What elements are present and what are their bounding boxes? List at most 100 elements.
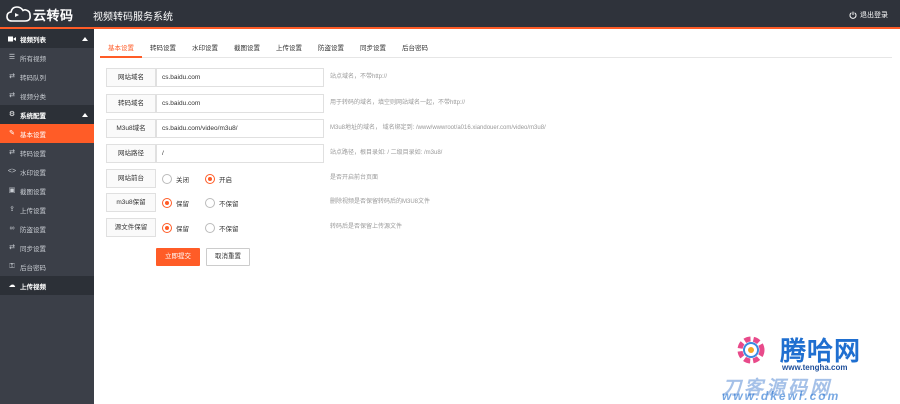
- list-icon: ☰: [8, 54, 16, 61]
- logo-text: 云转码: [33, 7, 74, 23]
- sidebar-item-upload-video[interactable]: ☁ 上传视频: [0, 276, 94, 295]
- frontend-radio-on[interactable]: 开启: [205, 173, 232, 184]
- field-label: 转码域名: [106, 94, 156, 113]
- power-icon: [849, 11, 857, 19]
- form-row-site-path: 网站路径 / 站点路径，根目录如: / 二级目录如: /m3u8/: [106, 144, 606, 163]
- chevron-up-icon: [82, 36, 88, 43]
- sidebar: 视频列表 ☰ 所有视频 ⇄ 转码队列 ⇄ 视频分类 ⚙ 系统配置 ✎ 基本设置 …: [0, 29, 94, 404]
- cloud-upload-icon: ☁: [8, 282, 16, 289]
- frontend-radio-group: 关闭 开启: [162, 169, 248, 188]
- field-label: 网站前台: [106, 169, 156, 188]
- sidebar-group-video-list[interactable]: 视频列表: [0, 29, 94, 48]
- top-bar: 云转码 视频转码服务系统 退出登录: [0, 0, 900, 29]
- reset-button[interactable]: 取消重置: [206, 248, 250, 266]
- tab-transcode-settings[interactable]: 转码设置: [142, 40, 184, 58]
- sidebar-item-antitheft-settings[interactable]: ∞ 防盗设置: [0, 219, 94, 238]
- cloud-logo-icon: [6, 6, 31, 22]
- radio-checked-icon: [162, 197, 172, 208]
- m3u8-keep-radio-yes[interactable]: 保留: [162, 197, 189, 208]
- sidebar-item-watermark-settings[interactable]: <> 水印设置: [0, 162, 94, 181]
- sidebar-item-label: 上传视频: [20, 283, 46, 291]
- tab-upload-settings[interactable]: 上传设置: [268, 40, 310, 58]
- site-path-input[interactable]: /: [156, 144, 324, 163]
- app-logo[interactable]: 云转码: [6, 4, 74, 24]
- field-label: 网站域名: [106, 68, 156, 87]
- sidebar-item-label: 转码队列: [20, 74, 46, 82]
- sidebar-item-label: 视频分类: [20, 93, 46, 101]
- video-camera-icon: [8, 35, 16, 43]
- sidebar-item-label: 基本设置: [20, 131, 46, 139]
- sidebar-item-label: 所有视频: [20, 55, 46, 63]
- sidebar-group-label: 视频列表: [20, 36, 46, 44]
- code-icon: <>: [7, 168, 17, 175]
- sidebar-item-label: 截图设置: [20, 188, 46, 196]
- sidebar-item-sync-settings[interactable]: ⇄ 同步设置: [0, 238, 94, 257]
- radio-label: 不保留: [219, 225, 239, 233]
- source-keep-radio-group: 保留 不保留: [162, 218, 255, 237]
- radio-label: 不保留: [219, 200, 239, 208]
- submit-button[interactable]: 立即提交: [156, 248, 200, 266]
- field-hint: 站点路径，根目录如: / 二级目录如: /m3u8/: [330, 150, 443, 156]
- sidebar-item-admin-password[interactable]: ⚿ 后台密码: [0, 257, 94, 276]
- radio-circle-icon: [162, 173, 172, 184]
- transcode-domain-input[interactable]: cs.baidu.com: [156, 94, 324, 113]
- radio-checked-icon: [205, 173, 215, 184]
- tab-basic-settings[interactable]: 基本设置: [100, 40, 142, 58]
- frontend-radio-off[interactable]: 关闭: [162, 173, 189, 184]
- site-domain-input[interactable]: cs.baidu.com: [156, 68, 324, 87]
- sidebar-item-label: 防盗设置: [20, 226, 46, 234]
- field-label: 源文件保留: [106, 218, 156, 237]
- m3u8-keep-radio-group: 保留 不保留: [162, 193, 255, 212]
- m3u8-domain-input[interactable]: cs.baidu.com/video/m3u8/: [156, 119, 324, 138]
- upload-icon: ⇪: [9, 206, 15, 213]
- form-row-m3u8-domain: M3u8域名 cs.baidu.com/video/m3u8/ M3u8地址的域…: [106, 119, 606, 138]
- sidebar-item-upload-settings[interactable]: ⇪ 上传设置: [0, 200, 94, 219]
- tab-antitheft-settings[interactable]: 防盗设置: [310, 40, 352, 58]
- logout-button[interactable]: 退出登录: [849, 10, 888, 20]
- system-title: 视频转码服务系统: [93, 12, 173, 23]
- sidebar-item-transcode-settings[interactable]: ⇄ 转码设置: [0, 143, 94, 162]
- tab-admin-password[interactable]: 后台密码: [394, 40, 436, 58]
- field-label: m3u8保留: [106, 193, 156, 212]
- image-icon: ▣: [8, 187, 16, 194]
- sidebar-item-basic-settings[interactable]: ✎ 基本设置: [0, 124, 94, 143]
- radio-checked-icon: [162, 222, 172, 233]
- field-hint: 站点域名，不带http://: [330, 74, 388, 80]
- sidebar-item-label: 上传设置: [20, 207, 46, 215]
- arrows-icon: ⇄: [9, 149, 15, 156]
- tab-screenshot-settings[interactable]: 截图设置: [226, 40, 268, 58]
- sidebar-item-screenshot-settings[interactable]: ▣ 截图设置: [0, 181, 94, 200]
- sidebar-group-system-config[interactable]: ⚙ 系统配置: [0, 105, 94, 124]
- radio-label: 关闭: [176, 176, 189, 184]
- field-hint: 转码后是否保留上传源文件: [330, 224, 403, 230]
- radio-circle-icon: [205, 197, 215, 208]
- m3u8-keep-radio-no[interactable]: 不保留: [205, 197, 239, 208]
- sidebar-item-label: 水印设置: [20, 169, 46, 177]
- gear-icon: ⚙: [8, 111, 16, 118]
- arrows-icon: ⇄: [9, 92, 15, 99]
- field-hint: 是否开启前台页面: [330, 175, 379, 181]
- form-row-m3u8-keep: m3u8保留 保留 不保留 删除视频是否保留转码后的M3U8文件: [106, 193, 606, 212]
- field-label: M3u8域名: [106, 119, 156, 138]
- field-hint: 删除视频是否保留转码后的M3U8文件: [330, 199, 431, 205]
- sidebar-item-all-videos[interactable]: ☰ 所有视频: [0, 48, 94, 67]
- site-watermark: 腾哈网 www.tengha.com 刀客源码网 www.dkewl.com: [722, 327, 892, 404]
- field-label: 网站路径: [106, 144, 156, 163]
- field-hint: 用于转码的域名，填空则网站域名一起，不带http://: [330, 100, 466, 106]
- sidebar-item-transcode-queue[interactable]: ⇄ 转码队列: [0, 67, 94, 86]
- link-icon: ∞: [9, 225, 15, 232]
- sidebar-item-video-category[interactable]: ⇄ 视频分类: [0, 86, 94, 105]
- sidebar-group-label: 系统配置: [20, 112, 46, 120]
- tab-watermark-settings[interactable]: 水印设置: [184, 40, 226, 58]
- form-row-transcode-domain: 转码域名 cs.baidu.com 用于转码的域名，填空则网站域名一起，不带ht…: [106, 94, 606, 113]
- key-icon: ⚿: [9, 263, 15, 270]
- chevron-up-icon: [82, 112, 88, 119]
- source-keep-radio-no[interactable]: 不保留: [205, 222, 239, 233]
- edit-icon: ✎: [9, 130, 15, 137]
- sidebar-item-label: 后台密码: [20, 264, 46, 272]
- settings-tabs: 基本设置 转码设置 水印设置 截图设置 上传设置 防盗设置 同步设置 后台密码: [100, 40, 892, 58]
- watermark-url: www.tengha.com: [782, 363, 848, 372]
- source-keep-radio-yes[interactable]: 保留: [162, 222, 189, 233]
- radio-label: 开启: [219, 176, 232, 184]
- tab-sync-settings[interactable]: 同步设置: [352, 40, 394, 58]
